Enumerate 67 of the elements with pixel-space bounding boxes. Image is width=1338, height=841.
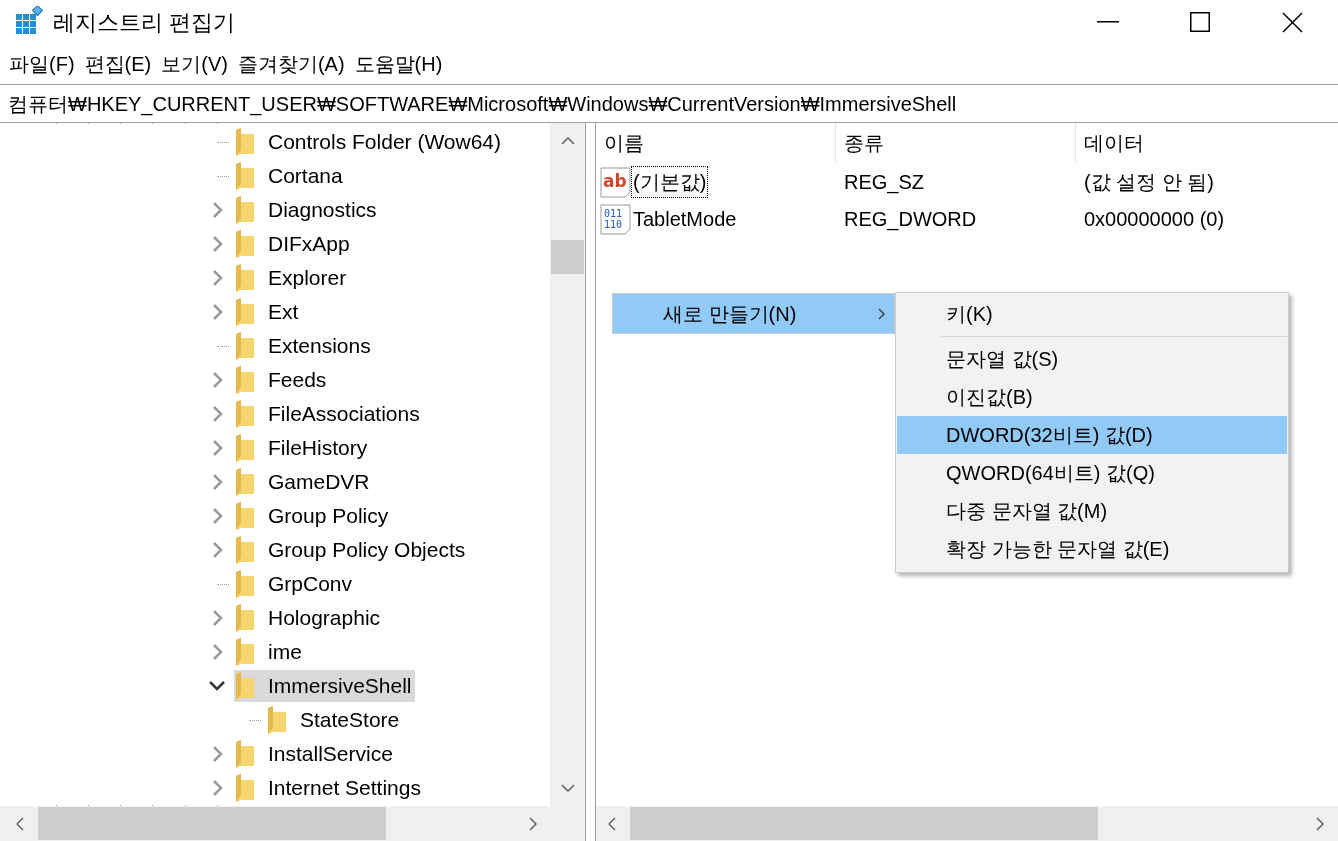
- folder-icon: [267, 706, 287, 734]
- menu-item[interactable]: 즐겨찾기(A): [232, 47, 350, 81]
- menu-item[interactable]: 편집(E): [79, 47, 157, 81]
- menu-item[interactable]: 확장 가능한 문자열 값(E): [897, 530, 1287, 568]
- scroll-down-icon: [560, 784, 575, 792]
- string-value-icon: ab: [600, 165, 632, 198]
- column-header[interactable]: 종류: [836, 123, 1076, 163]
- vertical-scrollbar[interactable]: [550, 123, 585, 806]
- folder-icon: [235, 638, 255, 666]
- scroll-right-icon: [529, 816, 537, 831]
- binary-value-icon: 011 110: [600, 202, 632, 235]
- folder-icon: [235, 162, 255, 190]
- tree-item[interactable]: FileHistory: [234, 432, 371, 464]
- folder-icon: [235, 332, 255, 360]
- scroll-up-icon: [560, 137, 575, 145]
- menu-item[interactable]: DWORD(32비트) 값(D): [897, 416, 1287, 454]
- folder-icon: [235, 672, 255, 700]
- value-data: 0x00000000 (0): [1083, 206, 1226, 232]
- minimize-icon: [1097, 21, 1119, 23]
- tree-item[interactable]: Cortana: [234, 160, 346, 192]
- column-header[interactable]: 데이터: [1076, 123, 1338, 163]
- value-type: REG_SZ: [843, 169, 926, 196]
- column-header[interactable]: 이름: [596, 123, 836, 163]
- scrollbar-thumb[interactable]: [630, 807, 1098, 840]
- folder-icon: [235, 400, 255, 428]
- folder-icon: [235, 536, 255, 564]
- address-bar[interactable]: 컴퓨터₩HKEY_CURRENT_USER₩SOFTWARE₩Microsoft₩Windows₩CurrentVersion₩ImmersiveShell: [0, 88, 957, 119]
- menu-item[interactable]: 키(K): [897, 295, 1287, 333]
- folder-icon: [235, 196, 255, 224]
- scrollbar-thumb[interactable]: [551, 240, 584, 274]
- tree-item[interactable]: Group Policy: [234, 500, 392, 532]
- folder-icon: [235, 604, 255, 632]
- folder-icon: [235, 434, 255, 462]
- scrollbar-thumb[interactable]: [38, 807, 386, 840]
- value-name[interactable]: TabletMode: [632, 203, 738, 234]
- menu-item[interactable]: 문자열 값(S): [897, 340, 1287, 378]
- value-type: REG_DWORD: [843, 206, 978, 233]
- folder-icon: [235, 366, 255, 394]
- horizontal-scrollbar[interactable]: [0, 806, 585, 841]
- folder-icon: [235, 468, 255, 496]
- tree-item[interactable]: Internet Settings: [234, 772, 424, 804]
- folder-icon: [235, 570, 255, 598]
- maximize-icon: [1190, 12, 1210, 32]
- scroll-left-icon: [608, 816, 616, 831]
- close-icon: [1281, 11, 1303, 33]
- folder-icon: [235, 774, 255, 802]
- folder-icon: [235, 298, 255, 326]
- value-name[interactable]: (기본값): [632, 166, 708, 197]
- folder-icon: [235, 502, 255, 530]
- menu-item[interactable]: 보기(V): [156, 47, 233, 81]
- folder-icon: [235, 740, 255, 768]
- scroll-right-icon: [1316, 816, 1324, 831]
- horizontal-scrollbar[interactable]: [596, 806, 1338, 841]
- folder-icon: [235, 230, 255, 258]
- tree-item[interactable]: ImmersiveShell: [234, 670, 415, 702]
- window-title: 레지스트리 편집기: [53, 8, 236, 37]
- value-data: (값 설정 안 됨): [1083, 169, 1215, 195]
- tree-item[interactable]: Ext: [234, 296, 302, 328]
- menu-item[interactable]: 새로 만들기(N): [613, 294, 894, 333]
- menu-item[interactable]: 파일(F): [4, 47, 80, 81]
- menu-item[interactable]: 다중 문자열 값(M): [897, 492, 1287, 530]
- folder-icon: [235, 264, 255, 292]
- scroll-left-icon: [16, 816, 24, 831]
- menu-item[interactable]: 이진값(B): [897, 378, 1287, 416]
- menu-item[interactable]: 도움말(H): [349, 47, 448, 81]
- folder-icon: [235, 128, 255, 156]
- menu-item[interactable]: QWORD(64비트) 값(Q): [897, 454, 1287, 492]
